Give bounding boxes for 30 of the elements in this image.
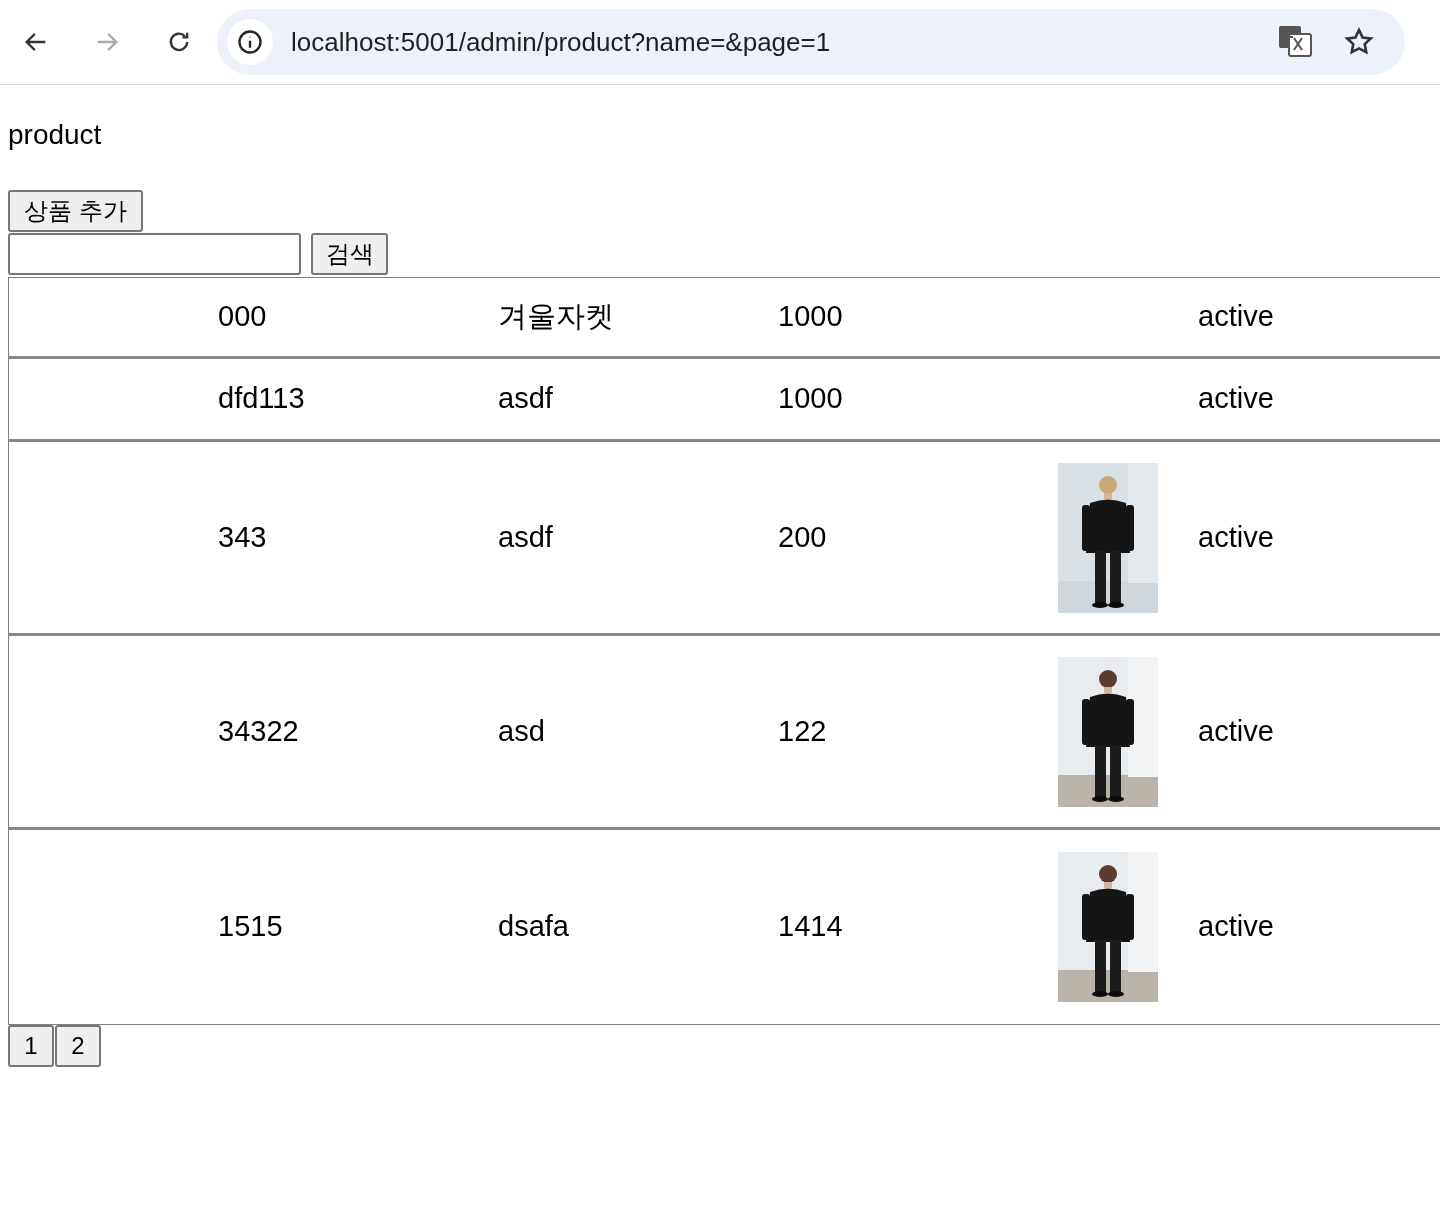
translate-icon[interactable] <box>1277 24 1315 60</box>
table-cell-text: active <box>1198 519 1274 555</box>
table-cell-text: asdf <box>498 381 554 417</box>
table-cell-text: 겨울자켓 <box>498 299 615 335</box>
table-cell-text: 1515 <box>218 909 284 945</box>
table-cell-text: 34322 <box>218 713 300 749</box>
table-cell-text: active <box>1198 909 1274 945</box>
table-cell-text: 1000 <box>778 299 844 335</box>
table-cell-text: 343 <box>218 519 268 555</box>
table-cell-text: 1000 <box>778 381 844 417</box>
table-cell-text: active <box>1198 713 1274 749</box>
table-cell-text: dsafa <box>498 909 570 945</box>
page-button[interactable]: 2 <box>55 1025 101 1067</box>
table-cell-text: active <box>1198 381 1274 417</box>
info-icon[interactable] <box>227 19 273 65</box>
address-bar[interactable]: localhost:5001/admin/product?name=&page=1 <box>217 9 1405 75</box>
table-cell-text: asdf <box>498 519 554 555</box>
table-cell-text: dfd113 <box>218 381 306 417</box>
search-button[interactable]: 검색 <box>311 233 388 275</box>
table-cell-text: 1414 <box>778 909 844 945</box>
table-cell-text: asd <box>498 713 546 749</box>
search-field[interactable] <box>8 233 301 275</box>
page-title: product <box>8 118 103 152</box>
table-cell-text: 000 <box>218 299 268 335</box>
table-cell-text: active <box>1198 299 1274 335</box>
add-product-button[interactable]: 상품 추가 <box>8 190 143 232</box>
page-button[interactable]: 1 <box>8 1025 54 1067</box>
table-cell-text: 122 <box>778 713 828 749</box>
table-cell-text: 200 <box>778 519 828 555</box>
url-text: localhost:5001/admin/product?name=&page=1 <box>291 25 831 59</box>
